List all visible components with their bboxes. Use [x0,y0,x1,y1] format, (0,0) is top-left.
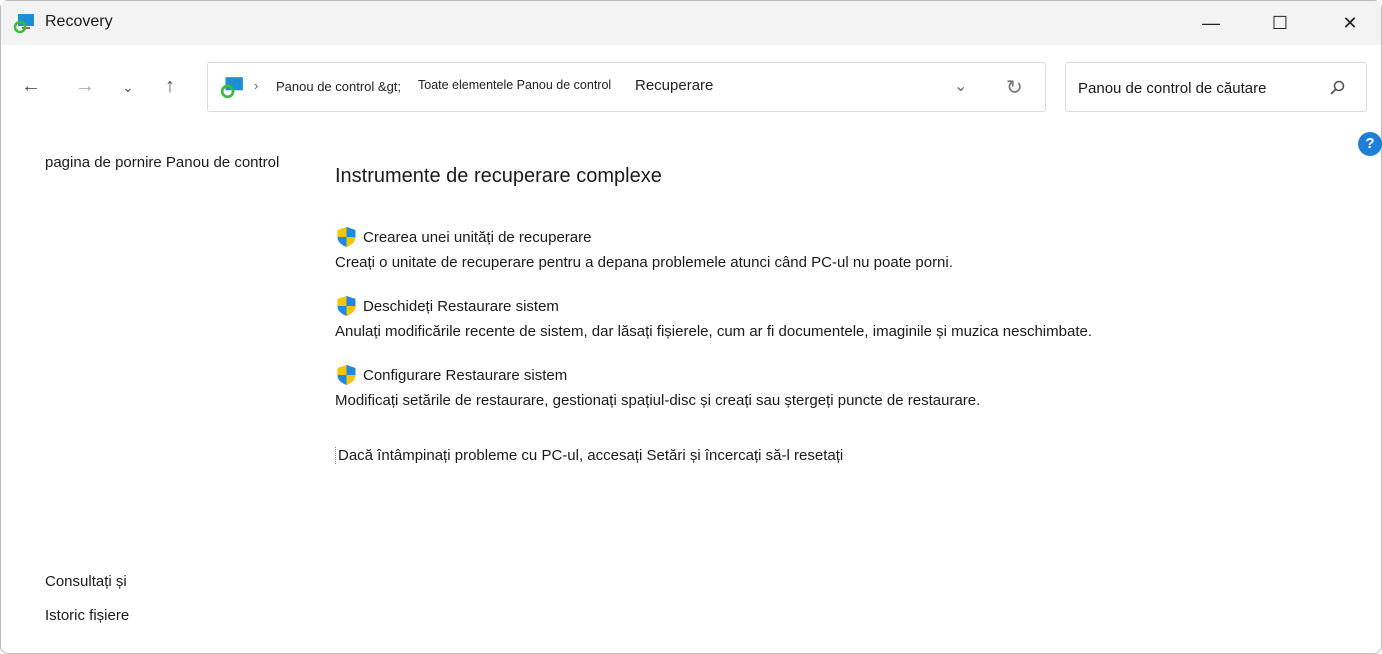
reset-pc-link[interactable]: Dacă întâmpinați probleme cu PC-ul, acce… [335,447,843,464]
create-recovery-drive-link[interactable]: Crearea unei unități de recuperare [335,226,953,248]
recent-locations-chevron-icon[interactable]: ⌄ [122,79,134,96]
uac-shield-icon [337,227,356,247]
open-system-restore-item: Deschideți Restaurare sistem Anulați mod… [335,295,1092,340]
search-input[interactable]: Panou de control de căutare [1078,80,1266,97]
item-description: Creați o unitate de recuperare pentru a … [335,254,953,271]
file-history-link[interactable]: Istoric fișiere [45,607,129,624]
see-also-label: Consultați și [45,573,127,590]
configure-system-restore-item: Configurare Restaurare sistem Modificați… [335,364,980,409]
address-dropdown-icon[interactable]: ⌄ [954,76,967,96]
forward-arrow-icon[interactable]: → [75,75,95,98]
breadcrumb-separator-icon: › [254,78,259,93]
window-title: Recovery [45,13,113,30]
minimize-button[interactable]: — [1188,1,1234,45]
breadcrumb-recovery[interactable]: Recuperare [635,77,713,94]
open-system-restore-link[interactable]: Deschideți Restaurare sistem [335,295,1092,317]
back-arrow-icon[interactable]: ← [21,75,41,98]
search-icon[interactable] [1329,80,1345,96]
link-label: Deschideți Restaurare sistem [363,297,559,315]
up-arrow-icon[interactable]: ↑ [165,75,175,98]
configure-system-restore-link[interactable]: Configurare Restaurare sistem [335,364,980,386]
recovery-icon [13,14,34,34]
link-label: Crearea unei unități de recuperare [363,228,592,246]
breadcrumb-control-panel[interactable]: Panou de control &gt; [276,79,401,94]
help-icon[interactable]: ? [1358,132,1382,156]
address-bar[interactable]: › Panou de control &gt; Toate elementele… [207,62,1046,112]
create-recovery-drive-item: Crearea unei unități de recuperare Creaț… [335,226,953,271]
control-panel-icon [220,77,243,99]
link-label: Configurare Restaurare sistem [363,366,568,384]
maximize-button[interactable]: ☐ [1257,1,1303,45]
page-heading: Instrumente de recuperare complexe [335,165,662,187]
item-description: Anulați modificările recente de sistem, … [335,323,1092,340]
close-button[interactable]: ✕ [1327,1,1373,45]
uac-shield-icon [337,296,356,316]
control-panel-home-link[interactable]: pagina de pornire Panou de control [45,154,279,171]
uac-shield-icon [337,365,356,385]
search-box[interactable]: Panou de control de căutare [1065,62,1367,112]
item-description: Modificați setările de restaurare, gesti… [335,392,981,409]
breadcrumb-all-items[interactable]: Toate elementele Panou de control [418,78,611,92]
title-bar: Recovery — ☐ ✕ [1,1,1381,45]
refresh-icon[interactable]: ↻ [1006,75,1023,100]
